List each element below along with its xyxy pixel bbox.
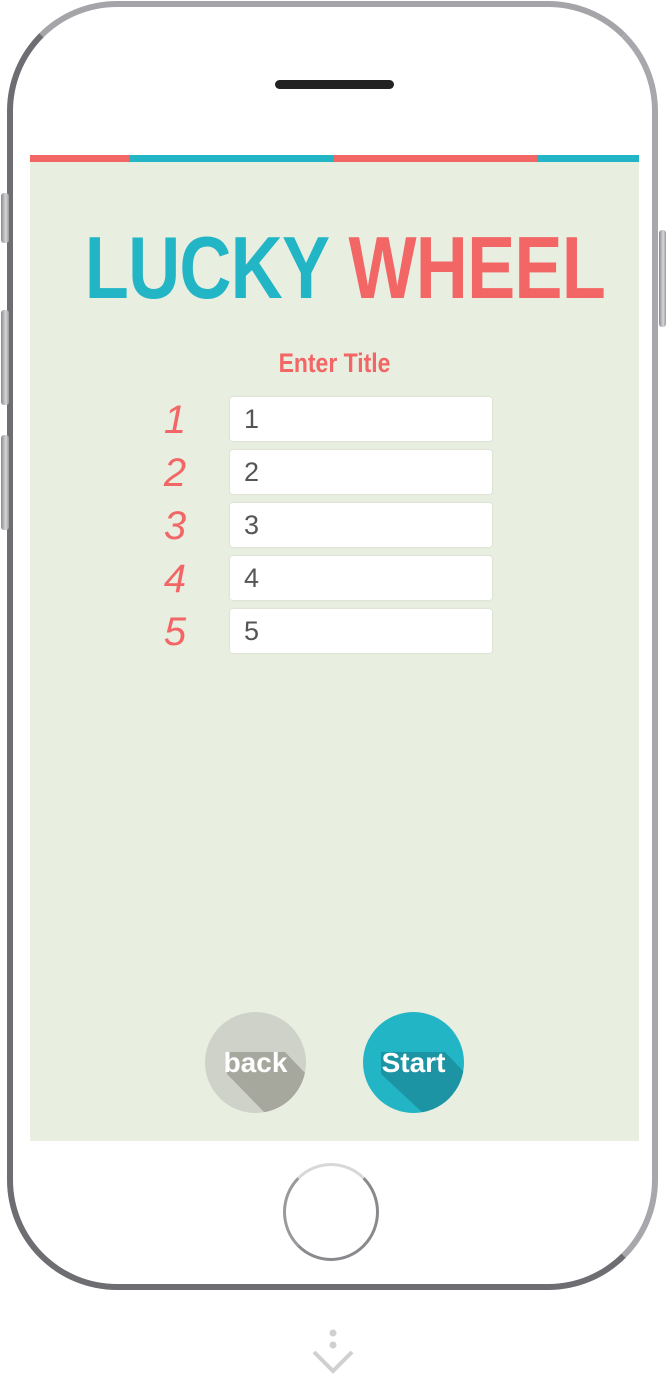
power-button	[659, 230, 666, 327]
top-stripe-segment	[129, 155, 334, 162]
entry-input-3[interactable]	[230, 503, 492, 547]
volume-down-button	[1, 435, 9, 530]
entry-row: 2	[30, 450, 639, 496]
enter-title-label: Enter Title	[278, 348, 391, 378]
top-stripe-segment	[537, 155, 639, 162]
home-button-icon[interactable]	[283, 1163, 379, 1261]
entry-row: 4	[30, 556, 639, 602]
entry-input-1[interactable]	[230, 397, 492, 441]
back-button-label: back	[223, 1047, 288, 1078]
entry-number: 5	[163, 610, 187, 654]
entry-number: 4	[163, 557, 187, 601]
volume-up-button	[1, 310, 9, 405]
entry-number: 1	[163, 398, 187, 442]
entry-input-4[interactable]	[230, 556, 492, 600]
entry-row: 1	[30, 397, 639, 443]
top-stripe-segment	[334, 155, 537, 162]
earpiece-speaker	[275, 80, 394, 89]
mute-switch	[1, 193, 9, 243]
entry-row: 3	[30, 503, 639, 549]
start-button[interactable]: Start	[363, 1012, 464, 1113]
scroll-down-arrow-icon	[312, 1329, 354, 1374]
entry-number: 3	[163, 504, 187, 548]
app-screen: LUCKY WHEEL Enter Title 1 2 3 4 5 back S…	[30, 155, 639, 1141]
entry-number: 2	[163, 451, 187, 495]
top-stripe-segment	[30, 155, 129, 162]
title-lucky: LUCKY	[84, 218, 330, 317]
entry-input-2[interactable]	[230, 450, 492, 494]
title-wheel: WHEEL	[348, 218, 605, 317]
entry-row: 5	[30, 609, 639, 655]
app-title: LUCKY WHEEL	[84, 217, 606, 319]
entry-input-5[interactable]	[230, 609, 492, 653]
back-button[interactable]: back	[205, 1012, 306, 1113]
start-button-label: Start	[381, 1047, 446, 1078]
